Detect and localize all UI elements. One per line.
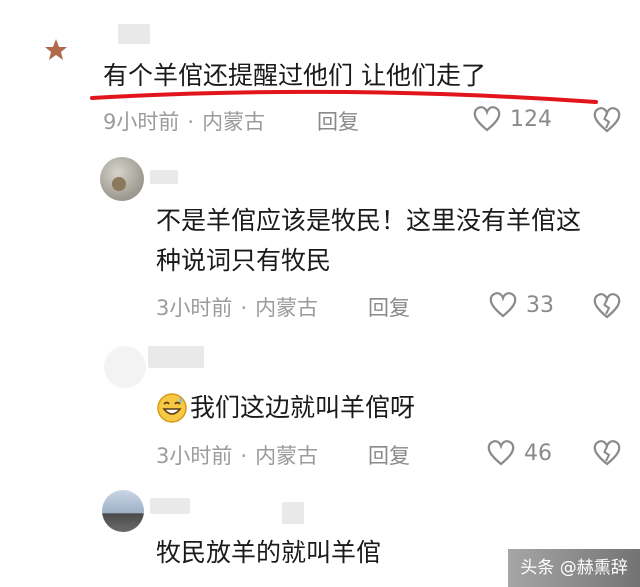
broken-heart-icon — [593, 440, 621, 466]
comment-meta: 9小时前 · 内蒙古 — [103, 106, 265, 136]
comment-time: 3小时前 — [156, 444, 233, 468]
like-button[interactable]: 33 — [488, 291, 554, 319]
meta-dot: · — [187, 110, 195, 134]
meta-dot: · — [240, 296, 248, 320]
username-blurred[interactable] — [282, 502, 304, 524]
broken-heart-icon — [593, 107, 621, 133]
laugh-sweat-emoji-icon — [157, 393, 187, 423]
like-button[interactable]: 46 — [486, 439, 552, 467]
comment-meta: 3小时前 · 内蒙古 — [156, 440, 318, 470]
avatar[interactable] — [100, 157, 144, 201]
username-blurred[interactable] — [150, 498, 190, 514]
dislike-button[interactable] — [592, 292, 622, 320]
dislike-button[interactable] — [592, 439, 622, 467]
username-blurred[interactable] — [118, 24, 150, 44]
avatar[interactable] — [104, 346, 146, 388]
reply-button[interactable]: 回复 — [317, 106, 359, 136]
heart-outline-icon — [473, 106, 501, 132]
username-blurred[interactable] — [148, 346, 204, 368]
heart-outline-icon — [487, 440, 515, 466]
star-avatar-icon — [45, 39, 67, 60]
like-count: 46 — [524, 440, 552, 466]
comment-text-line-1: 不是羊倌应该是牧民！这里没有羊倌这 — [156, 206, 582, 235]
avatar[interactable] — [36, 30, 76, 70]
comment-meta: 3小时前 · 内蒙古 — [156, 292, 318, 322]
comment-location: 内蒙古 — [255, 296, 319, 320]
broken-heart-icon — [593, 293, 621, 319]
comment-text-line-2: 种说词只有牧民 — [156, 246, 332, 275]
watermark: 头条 @赫熏辞 — [508, 549, 640, 587]
reply-button[interactable]: 回复 — [368, 292, 410, 322]
reply-button[interactable]: 回复 — [368, 440, 410, 470]
comment-location: 内蒙古 — [202, 110, 266, 134]
comment-time: 3小时前 — [156, 296, 233, 320]
meta-dot: · — [240, 444, 248, 468]
avatar-image — [112, 177, 126, 191]
username-blurred[interactable] — [150, 170, 178, 184]
comment-text-with-emoji: 我们这边就叫羊倌呀 — [156, 388, 415, 428]
like-count: 124 — [510, 106, 552, 132]
dislike-button[interactable] — [592, 106, 622, 134]
avatar[interactable] — [102, 490, 144, 532]
like-count: 33 — [526, 292, 554, 318]
heart-outline-icon — [489, 292, 517, 318]
comment-text: 我们这边就叫羊倌呀 — [190, 393, 416, 422]
comment-text: 牧民放羊的就叫羊倌 — [156, 538, 382, 567]
like-button[interactable]: 124 — [472, 105, 552, 133]
comment-location: 内蒙古 — [255, 444, 319, 468]
comment-time: 9小时前 — [103, 110, 180, 134]
